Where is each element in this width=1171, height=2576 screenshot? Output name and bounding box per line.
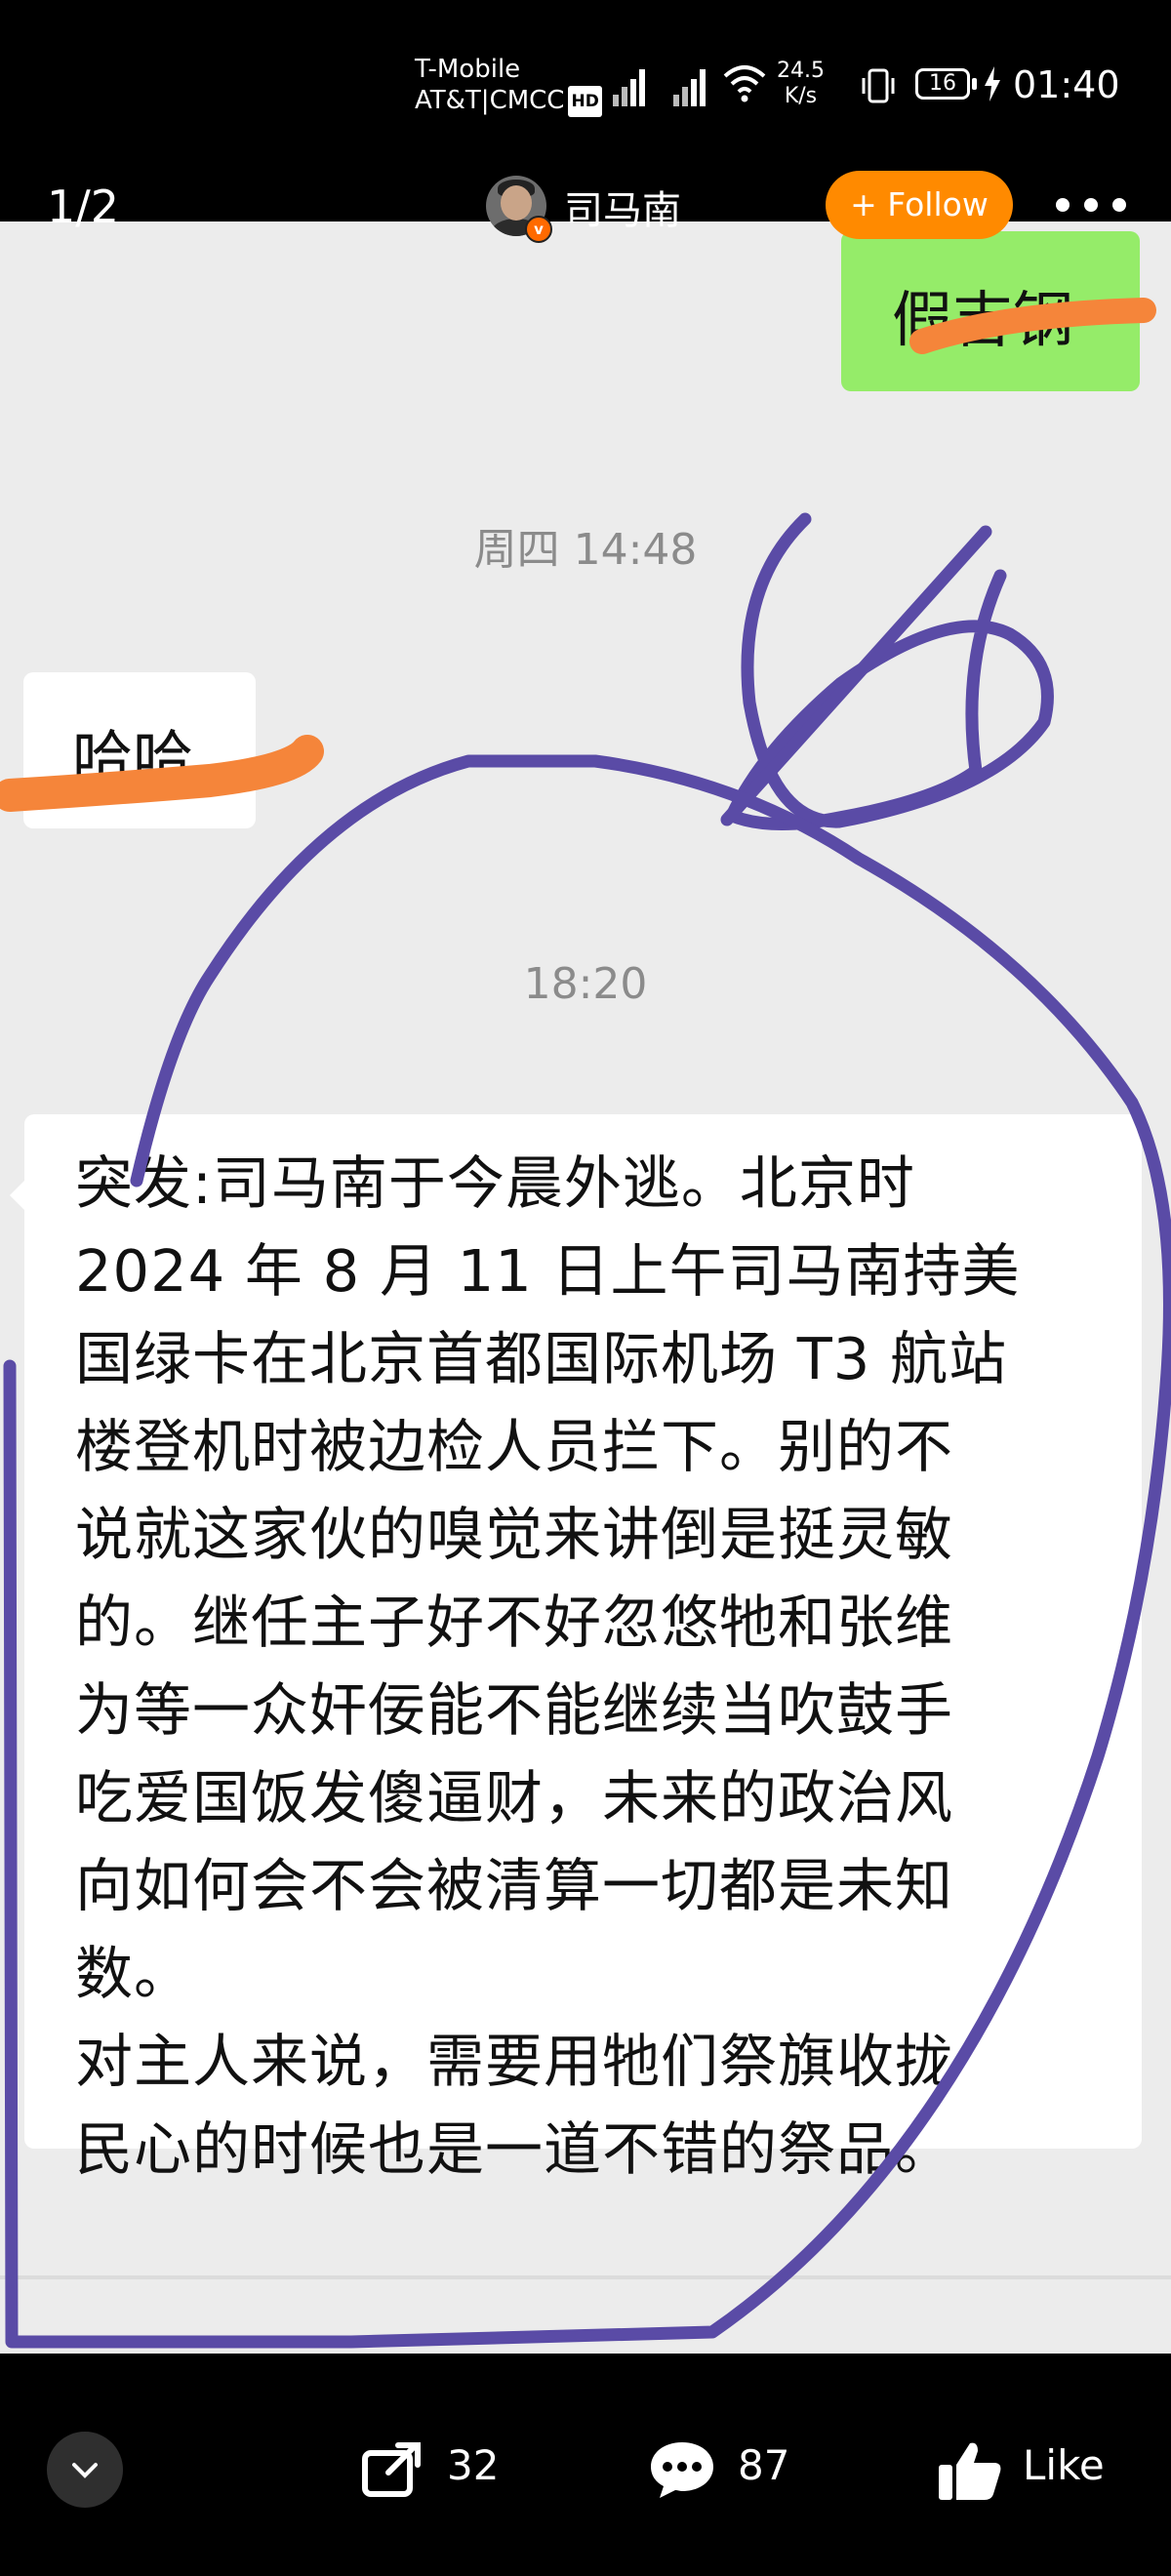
like-label: Like [1023,2441,1105,2489]
status-bar: T-Mobile AT&T|CMCC HD 24.5 K/s 16 01:40 [0,0,1171,171]
share-icon [362,2442,421,2497]
received-message-1-text: 哈哈 [72,723,194,794]
hd-badge: HD [568,85,602,117]
cell-signal-icon [613,63,652,106]
wifi-icon [723,65,766,102]
charging-bolt-icon [985,66,1000,101]
more-dots-icon[interactable] [1054,192,1128,218]
chat-timestamp-2: 18:20 [523,959,648,1009]
bubble-tail [10,1180,25,1211]
chat-timestamp-1: 周四 14:48 [473,525,698,575]
author-name[interactable]: 司马南 [564,179,681,235]
post-image[interactable]: 假吉钢 周四 14:48 哈哈 18:20 突发:司马南于今晨外逃。北京时 20… [0,221,1171,2354]
status-time: 01:40 [1013,63,1120,106]
vibrate-icon [862,68,895,103]
post-header: 1/2 v 司马南 + Follow [0,171,1171,244]
network-speed-value: 24.5 [777,59,825,83]
share-count: 32 [447,2441,500,2489]
network-speed: 24.5 K/s [777,59,825,109]
share-button[interactable]: 32 [361,2434,517,2502]
battery-tip [972,78,977,90]
carrier-info: T-Mobile AT&T|CMCC HD [415,54,602,117]
network-speed-unit: K/s [784,84,818,108]
verified-badge-icon: v [525,216,552,243]
comment-count: 87 [738,2441,790,2489]
chat-divider [0,2275,1171,2279]
sent-message-text: 假吉钢 [892,284,1074,355]
received-message-bubble-1: 哈哈 [23,672,256,828]
like-button[interactable]: Like [937,2434,1112,2502]
follow-button[interactable]: + Follow [826,171,1013,239]
cell-signal-2-icon [673,63,712,106]
chevron-down-icon [72,2463,98,2478]
thumbs-up-icon [939,2442,1001,2500]
sent-message-bubble: 假吉钢 [841,231,1140,391]
image-counter: 1/2 [47,181,120,233]
comment-button[interactable]: 87 [648,2434,804,2502]
battery-level: 16 [929,71,956,96]
carrier-line-2: AT&T|CMCC [415,86,565,115]
comment-icon [651,2442,713,2498]
received-message-bubble-2: 突发:司马南于今晨外逃。北京时 2024 年 8 月 11 日上午司马南持美 国… [24,1114,1142,2183]
received-message-2-text: 突发:司马南于今晨外逃。北京时 2024 年 8 月 11 日上午司马南持美 国… [75,1149,1021,2183]
collapse-button[interactable] [47,2432,123,2508]
battery-icon: 16 [915,68,970,100]
bottom-action-bar: 32 87 Like [0,2354,1171,2576]
carrier-line-1: T-Mobile [415,55,521,84]
